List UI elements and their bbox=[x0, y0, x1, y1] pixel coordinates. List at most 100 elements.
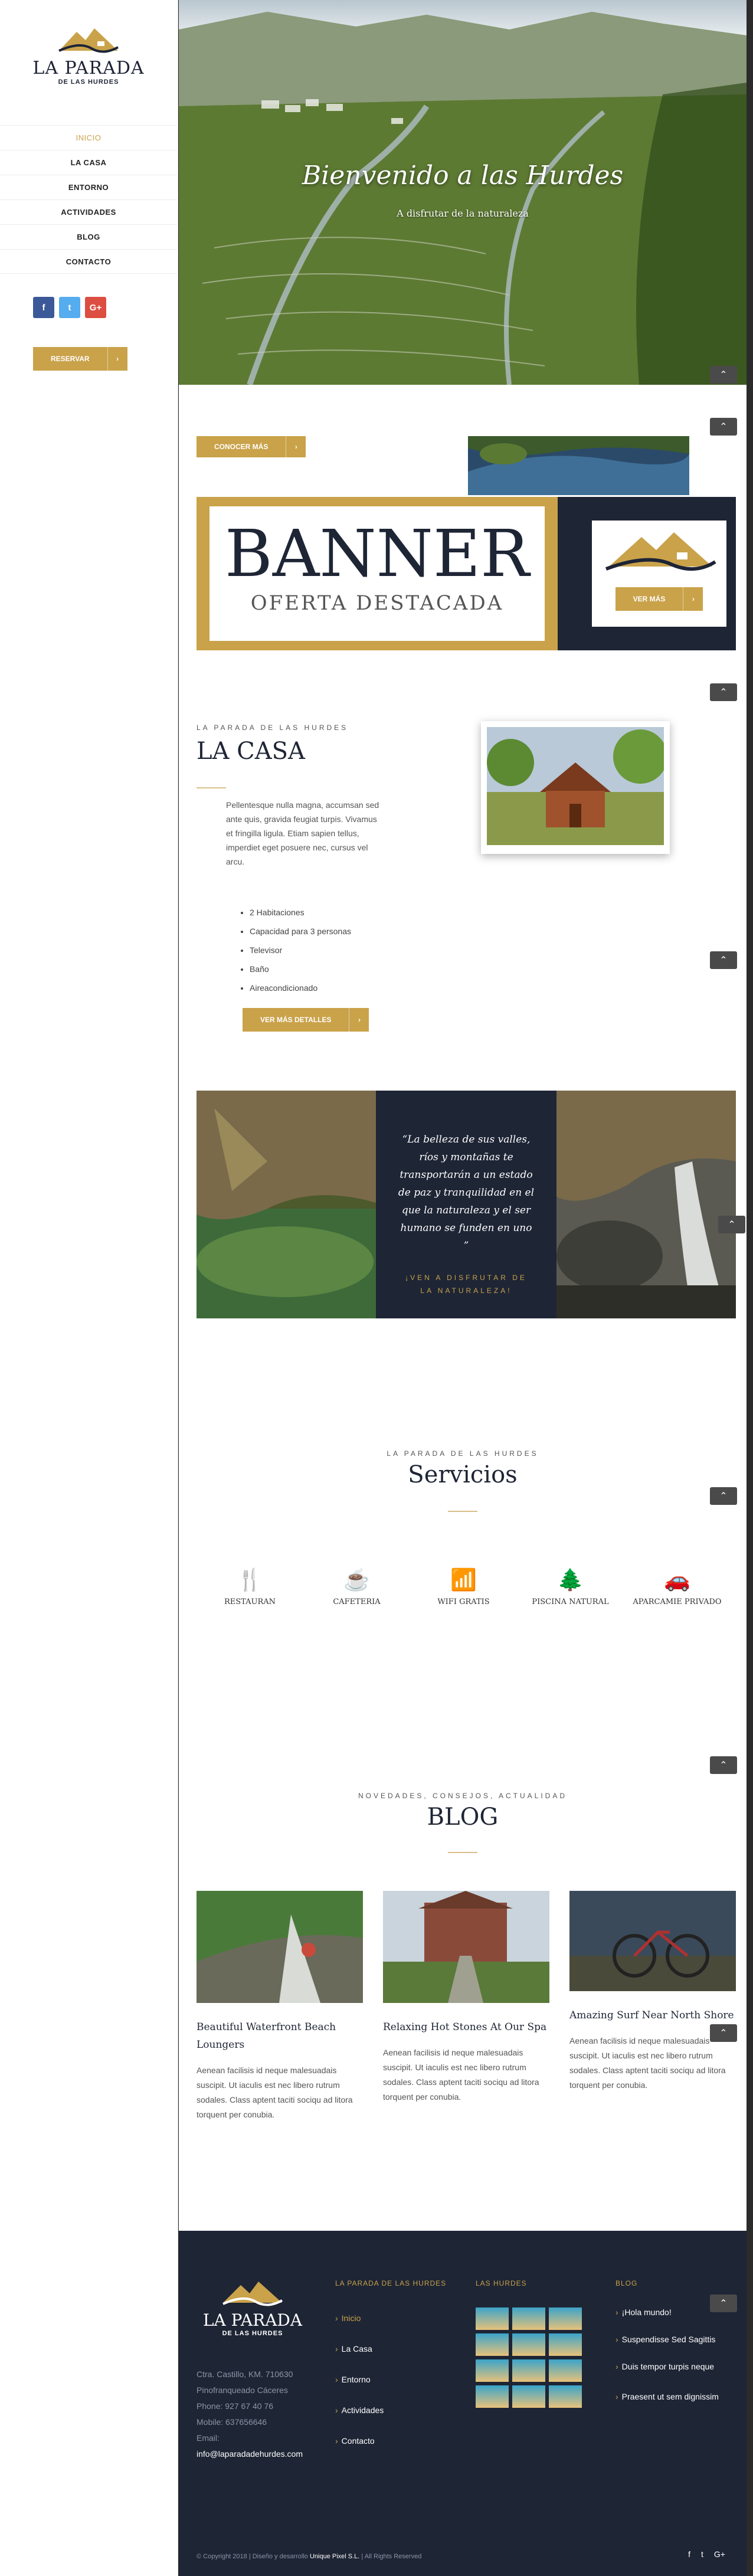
reserve-button[interactable]: RESERVAR › bbox=[33, 347, 127, 371]
service-label: PISCINA NATURAL bbox=[532, 1598, 609, 1606]
banner-title: BANNER bbox=[225, 516, 529, 591]
gallery-thumb[interactable] bbox=[549, 2333, 582, 2356]
scroll-top-button[interactable]: ⌃ bbox=[710, 951, 737, 969]
gallery-thumb[interactable] bbox=[476, 2307, 509, 2330]
quote-section: “La belleza de sus valles, ríos y montañ… bbox=[197, 1091, 745, 1318]
gallery-thumb[interactable] bbox=[549, 2385, 582, 2408]
gallery-thumb[interactable] bbox=[476, 2385, 509, 2408]
gallery-thumb[interactable] bbox=[476, 2359, 509, 2382]
feature-item: Televisor bbox=[250, 941, 351, 960]
sidebar: LA PARADA DE LAS HURDES INICIO LA CASA E… bbox=[0, 0, 178, 2576]
footer-link[interactable]: › La Casa bbox=[335, 2344, 446, 2375]
blog-post[interactable]: Beautiful Waterfront Beach Loungers Aene… bbox=[197, 1891, 363, 2122]
site-logo[interactable]: LA PARADA DE LAS HURDES bbox=[30, 24, 148, 94]
title-divider bbox=[448, 1511, 477, 1512]
developer-link[interactable]: Unique Pixel S.L. bbox=[310, 2553, 359, 2560]
facebook-icon[interactable]: f bbox=[33, 297, 54, 318]
service-item: 📶 WIFI GRATIS bbox=[410, 1567, 517, 1608]
gallery-thumb[interactable] bbox=[549, 2359, 582, 2382]
address-city: Pinofranqueado Cáceres bbox=[197, 2385, 288, 2395]
ver-detalles-button[interactable]: VER MÁS DETALLES › bbox=[243, 1008, 369, 1032]
footer-link[interactable]: › Inicio bbox=[335, 2313, 446, 2344]
ver-detalles-label: VER MÁS DETALLES bbox=[260, 1016, 332, 1024]
gallery-thumb[interactable] bbox=[512, 2333, 545, 2356]
footer-col-nav: LA PARADA DE LAS HURDES › Inicio › La Casa… bbox=[335, 2279, 446, 2467]
title-divider bbox=[197, 787, 226, 788]
car-icon: 🚗 bbox=[664, 1567, 690, 1592]
title-divider bbox=[448, 1852, 477, 1853]
main-nav: INICIO LA CASA ENTORNO ACTIVIDADES BLOG … bbox=[0, 125, 177, 274]
wifi-icon: 📶 bbox=[450, 1567, 477, 1592]
service-item: 🚗 APARCAMIE PRIVADO bbox=[624, 1567, 731, 1608]
gallery-thumb[interactable] bbox=[512, 2359, 545, 2382]
scroll-top-button[interactable]: ⌃ bbox=[710, 418, 737, 436]
scroll-top-button[interactable]: ⌃ bbox=[710, 2294, 737, 2312]
blog-title: BLOG bbox=[427, 1803, 499, 1831]
footer-blog-link[interactable]: › Suspendisse Sed Sagittis bbox=[616, 2335, 739, 2362]
service-label: RESTAURAN bbox=[224, 1598, 276, 1606]
nav-item-contacto[interactable]: CONTACTO bbox=[0, 249, 177, 274]
twitter-icon[interactable]: t bbox=[701, 2549, 703, 2559]
address-line: Ctra. Castillo, KM. 710630 bbox=[197, 2369, 293, 2379]
footer-blog-link[interactable]: › Praesent ut sem dignissim bbox=[616, 2389, 739, 2422]
facebook-icon[interactable]: f bbox=[688, 2549, 690, 2559]
scroll-top-button[interactable]: ⌃ bbox=[718, 1216, 745, 1233]
blog-post-image[interactable] bbox=[197, 1891, 363, 2003]
ver-mas-button[interactable]: VER MÁS › bbox=[615, 587, 703, 611]
hero-subtitle: A disfrutar de la naturaleza bbox=[397, 208, 529, 219]
nav-item-actividades[interactable]: ACTIVIDADES bbox=[0, 199, 177, 224]
blog-post-image[interactable] bbox=[383, 1891, 549, 2003]
scroll-top-button[interactable]: ⌃ bbox=[710, 683, 737, 701]
footer-link[interactable]: › Actividades bbox=[335, 2405, 446, 2436]
scroll-top-button[interactable]: ⌃ bbox=[710, 366, 737, 384]
twitter-icon[interactable]: t bbox=[59, 297, 80, 318]
blog-post[interactable]: Relaxing Hot Stones At Our Spa Aenean fa… bbox=[383, 1891, 549, 2104]
footer-logo[interactable]: LA PARADA DE LAS HURDES bbox=[197, 2278, 309, 2337]
banner-inner: BANNER OFERTA DESTACADA bbox=[209, 506, 545, 641]
banner-frame: BANNER OFERTA DESTACADA bbox=[197, 497, 558, 650]
nav-item-inicio[interactable]: INICIO bbox=[0, 125, 177, 150]
blog-post-title[interactable]: Amazing Surf Near North Shore bbox=[569, 2007, 736, 2024]
gallery-thumb[interactable] bbox=[476, 2333, 509, 2356]
footer-col-gallery: LAS HURDES bbox=[476, 2279, 582, 2408]
service-item: 🌲 PISCINA NATURAL bbox=[517, 1567, 624, 1608]
blog-post-title[interactable]: Relaxing Hot Stones At Our Spa bbox=[383, 2018, 549, 2036]
google-plus-icon[interactable]: G+ bbox=[85, 297, 106, 318]
gallery-thumb[interactable] bbox=[512, 2307, 545, 2330]
quote-box: “La belleza de sus valles, ríos y montañ… bbox=[376, 1091, 556, 1318]
blog-post-image[interactable] bbox=[569, 1891, 736, 1991]
footer-link[interactable]: › Contacto bbox=[335, 2436, 446, 2467]
casa-title: LA CASA bbox=[197, 738, 305, 765]
footer-blog-link[interactable]: › Duis tempor turpis neque bbox=[616, 2362, 739, 2389]
footer-col-title: LAS HURDES bbox=[476, 2279, 527, 2287]
service-label: WIFI GRATIS bbox=[437, 1598, 490, 1606]
conocer-mas-label: CONOCER MÁS bbox=[214, 443, 269, 451]
nav-item-entorno[interactable]: ENTORNO bbox=[0, 175, 177, 199]
nav-item-blog[interactable]: BLOG bbox=[0, 224, 177, 249]
mountain-logo-icon bbox=[58, 28, 119, 53]
gallery-thumb[interactable] bbox=[512, 2385, 545, 2408]
quote-text: “La belleza de sus valles, ríos y montañ… bbox=[398, 1134, 535, 1252]
nav-item-la-casa[interactable]: LA CASA bbox=[0, 150, 177, 175]
google-plus-icon[interactable]: G+ bbox=[714, 2549, 725, 2559]
scroll-top-button[interactable]: ⌃ bbox=[710, 1487, 737, 1505]
chevron-right-icon: › bbox=[286, 436, 306, 457]
scroll-top-button[interactable]: ⌃ bbox=[710, 2024, 737, 2042]
footer-logo-subtitle: DE LAS HURDES bbox=[222, 2330, 283, 2337]
banner-logo-box: VER MÁS › bbox=[592, 521, 726, 627]
feature-item: 2 Habitaciones bbox=[250, 903, 351, 922]
conocer-mas-button[interactable]: CONOCER MÁS › bbox=[197, 436, 306, 457]
hero-title: Bienvenido a las Hurdes bbox=[302, 161, 624, 191]
main-content: Bienvenido a las Hurdes A disfrutar de l… bbox=[179, 0, 747, 2576]
footer-link[interactable]: › Entorno bbox=[335, 2375, 446, 2405]
casa-features-list: 2 Habitaciones Capacidad para 3 personas… bbox=[197, 903, 351, 997]
footer-logo-title: LA PARADA bbox=[202, 2310, 303, 2330]
gallery-thumb[interactable] bbox=[549, 2307, 582, 2330]
scroll-top-button[interactable]: ⌃ bbox=[710, 1756, 737, 1774]
blog-post[interactable]: Amazing Surf Near North Shore Aenean fac… bbox=[569, 1891, 736, 2093]
ver-mas-label: VER MÁS bbox=[633, 595, 666, 603]
quote-cta: ¡VEN A DISFRUTAR DE LA NATURALEZA! bbox=[405, 1274, 527, 1295]
hero-landscape-image bbox=[179, 0, 747, 385]
email-link[interactable]: info@laparadadehurdes.com bbox=[197, 2446, 303, 2462]
blog-post-title[interactable]: Beautiful Waterfront Beach Loungers bbox=[197, 2018, 363, 2054]
